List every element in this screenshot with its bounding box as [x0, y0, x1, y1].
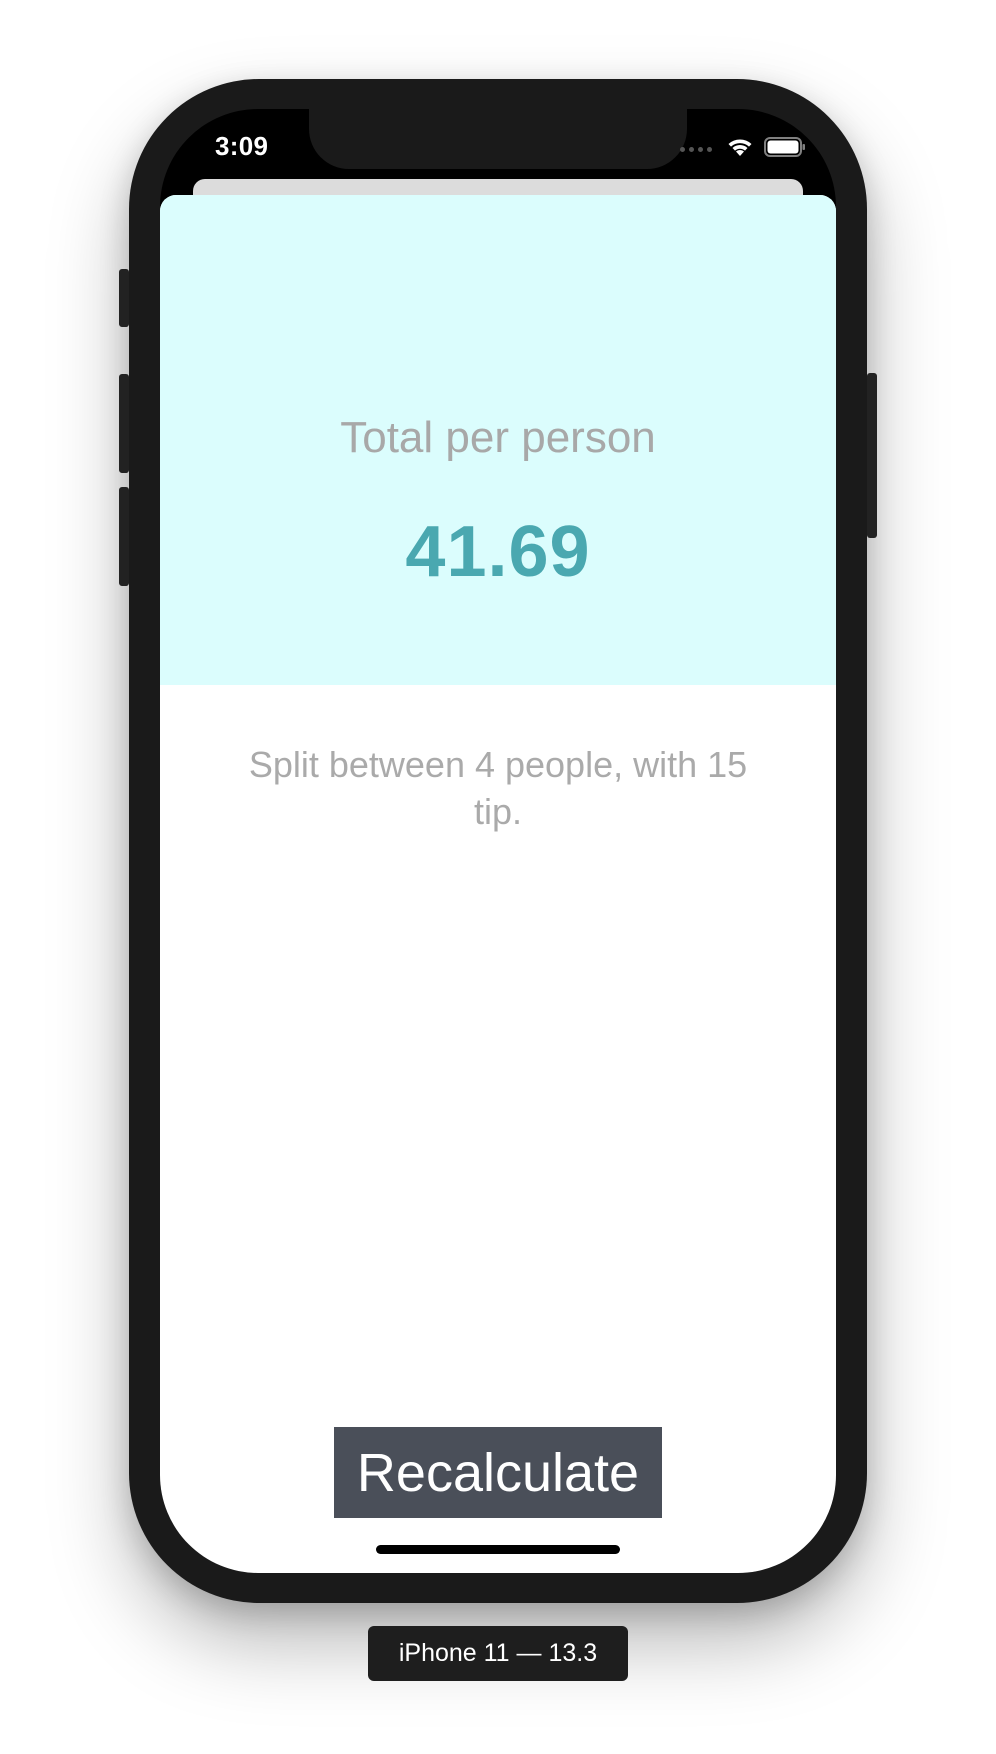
- result-sheet: Total per person 41.69 Split between 4 p…: [160, 195, 836, 1573]
- status-icons: [680, 136, 806, 162]
- power-button: [867, 373, 877, 538]
- home-indicator[interactable]: [376, 1545, 620, 1554]
- silent-switch: [119, 269, 129, 327]
- battery-icon: [764, 136, 806, 162]
- status-time: 3:09: [215, 131, 269, 161]
- volume-up-button: [119, 374, 129, 473]
- total-per-person-label: Total per person: [340, 413, 656, 462]
- device-screen: 3:09 Total per person 41.69 Split betwee…: [160, 109, 836, 1573]
- total-per-person-value: 41.69: [405, 512, 591, 592]
- wifi-icon: [726, 136, 754, 162]
- notch: [309, 109, 687, 169]
- device-frame: 3:09 Total per person 41.69 Split betwee…: [119, 79, 877, 1603]
- split-summary-text: Split between 4 people, with 15 tip.: [248, 744, 748, 832]
- signal-icon: [680, 146, 712, 152]
- result-panel: Total per person 41.69: [160, 195, 836, 685]
- simulator-device-label: iPhone 11 — 13.3: [368, 1626, 628, 1681]
- recalculate-button[interactable]: Recalculate: [334, 1427, 662, 1518]
- volume-down-button: [119, 487, 129, 586]
